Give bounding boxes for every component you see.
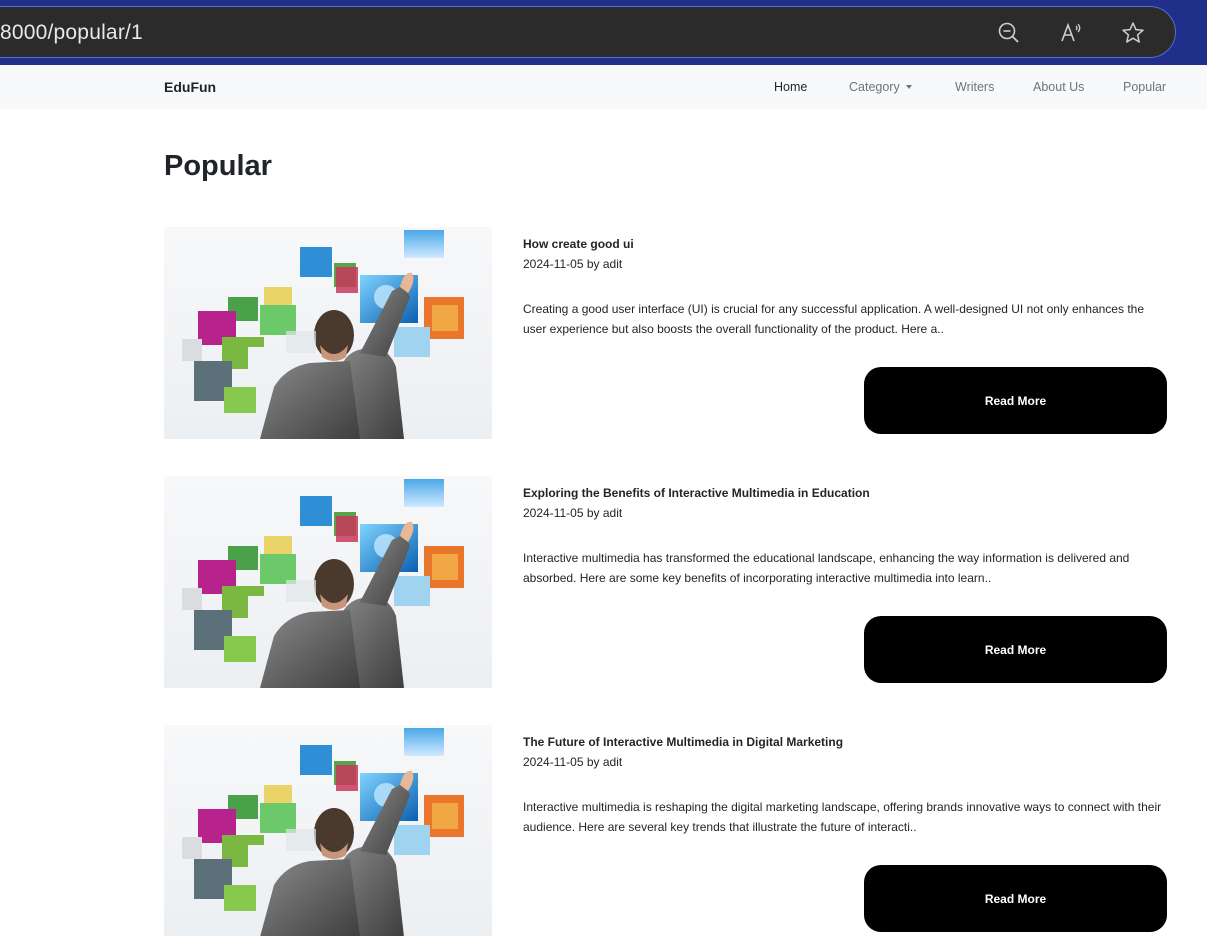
article-card: Exploring the Benefits of Interactive Mu… xyxy=(164,476,1174,691)
article-thumbnail xyxy=(164,476,492,688)
address-bar[interactable]: 8000/popular/1 xyxy=(0,6,1176,58)
nav-about-us[interactable]: About Us xyxy=(1033,80,1084,94)
caret-down-icon xyxy=(905,85,912,89)
article-by: by xyxy=(586,506,600,520)
read-more-button[interactable]: Read More xyxy=(864,616,1167,683)
article-by: by xyxy=(586,755,600,769)
article-by: by xyxy=(586,257,600,271)
article-author: adit xyxy=(602,257,623,271)
zoom-out-icon[interactable] xyxy=(996,20,1022,46)
browser-toolbar: 8000/popular/1 xyxy=(0,0,1207,65)
article-meta: 2024-11-05 by adit xyxy=(523,257,622,271)
article-meta: 2024-11-05 by adit xyxy=(523,755,622,769)
read-aloud-icon[interactable] xyxy=(1058,20,1084,46)
article-title[interactable]: The Future of Interactive Multimedia in … xyxy=(523,735,843,749)
article-date: 2024-11-05 xyxy=(523,506,584,520)
favorite-star-icon[interactable] xyxy=(1120,20,1146,46)
nav-writers[interactable]: Writers xyxy=(955,80,994,94)
article-date: 2024-11-05 xyxy=(523,755,584,769)
article-date: 2024-11-05 xyxy=(523,257,584,271)
nav-category-label: Category xyxy=(849,80,900,94)
article-card: The Future of Interactive Multimedia in … xyxy=(164,725,1174,936)
nav-home[interactable]: Home xyxy=(774,80,807,94)
article-author: adit xyxy=(602,755,623,769)
nav-popular[interactable]: Popular xyxy=(1123,80,1166,94)
article-meta: 2024-11-05 by adit xyxy=(523,506,622,520)
article-title[interactable]: How create good ui xyxy=(523,237,634,251)
article-author: adit xyxy=(602,506,623,520)
article-excerpt: Interactive multimedia is reshaping the … xyxy=(523,800,1162,834)
article-title[interactable]: Exploring the Benefits of Interactive Mu… xyxy=(523,486,870,500)
page-title: Popular xyxy=(164,150,272,182)
article-thumbnail xyxy=(164,227,492,439)
site-navbar: EduFun Home Category Writers About Us Po… xyxy=(0,65,1207,109)
read-more-button[interactable]: Read More xyxy=(864,367,1167,434)
article-card: How create good ui 2024-11-05 by adit Cr… xyxy=(164,227,1174,442)
read-more-button[interactable]: Read More xyxy=(864,865,1167,932)
brand-logo[interactable]: EduFun xyxy=(164,79,216,95)
url-text[interactable]: 8000/popular/1 xyxy=(0,21,143,45)
article-thumbnail xyxy=(164,725,492,936)
article-excerpt: Creating a good user interface (UI) is c… xyxy=(523,302,1144,336)
nav-category[interactable]: Category xyxy=(849,80,912,94)
article-excerpt: Interactive multimedia has transformed t… xyxy=(523,551,1130,585)
